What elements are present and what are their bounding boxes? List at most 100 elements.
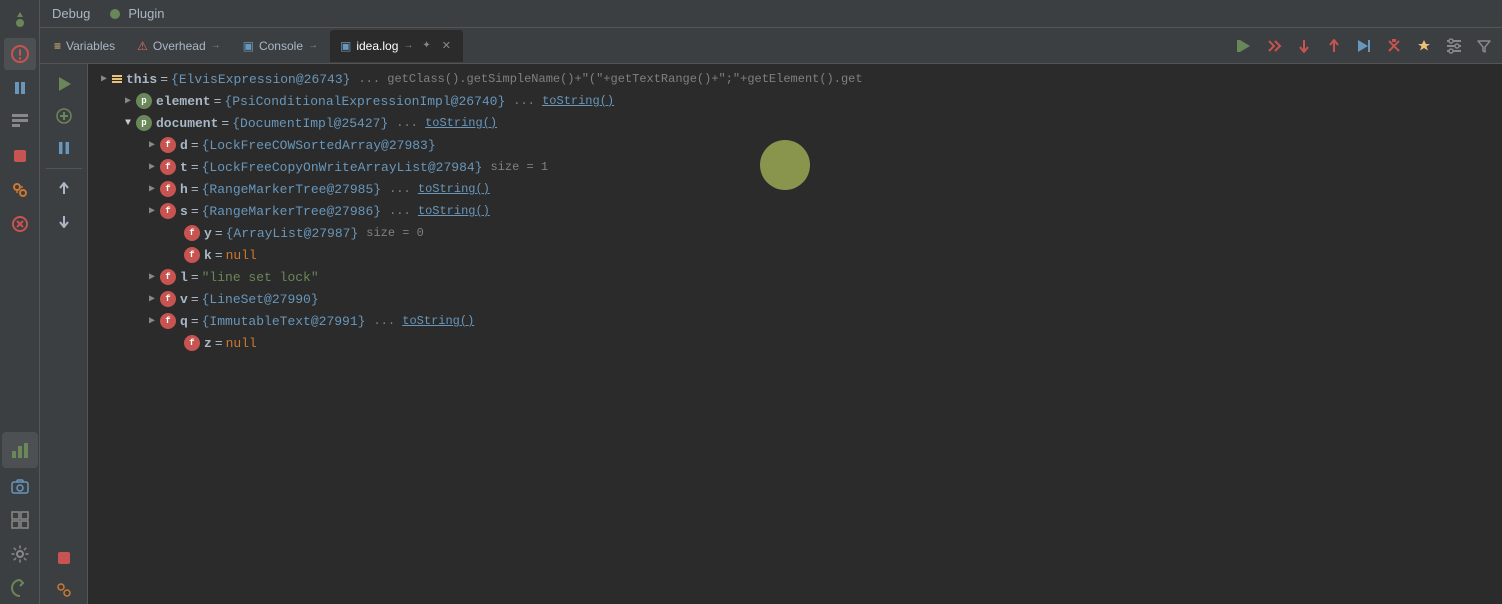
variables-panel[interactable]: ▶ this = {ElvisExpression@26743} ... get… [88, 64, 1502, 604]
toolbar-resume-btn[interactable] [1230, 32, 1258, 60]
var-row-this[interactable]: ▶ this = {ElvisExpression@26743} ... get… [88, 68, 1502, 90]
q-tostring-link[interactable]: toString() [402, 314, 474, 328]
expand-element[interactable]: ▶ [120, 93, 136, 109]
var-row-d[interactable]: ▶ f d = {LockFreeCOWSortedArray@27983} [88, 134, 1502, 156]
var-row-z[interactable]: f z = null [88, 332, 1502, 354]
type-badge-v: f [160, 291, 176, 307]
expand-l[interactable]: ▶ [144, 269, 160, 285]
toolbar-filter-btn[interactable] [1470, 32, 1498, 60]
sidebar-btn-camera[interactable] [4, 470, 36, 502]
var-name-s: s [180, 204, 188, 219]
var-name-k: k [204, 248, 212, 263]
var-eq-this: = [160, 72, 168, 87]
var-value-l: "line set lock" [202, 270, 319, 285]
sidebar-btn-3[interactable] [4, 106, 36, 138]
var-value-element: {PsiConditionalExpressionImpl@26740} [224, 94, 505, 109]
debug-up[interactable] [46, 175, 82, 203]
var-eq-y: = [215, 226, 223, 241]
sidebar-btn-chart[interactable] [2, 432, 38, 468]
plugin-indicator: Plugin [110, 4, 168, 23]
var-eq-s: = [191, 204, 199, 219]
var-value-v: {LineSet@27990} [202, 292, 319, 307]
debug-add-watch[interactable] [46, 102, 82, 130]
expand-document[interactable]: ▼ [120, 115, 136, 131]
green-dot [110, 9, 120, 19]
var-row-k[interactable]: f k = null [88, 244, 1502, 266]
toolbar-frames-btn[interactable] [1410, 32, 1438, 60]
tab-variables[interactable]: ≡ Variables [44, 30, 125, 62]
expand-h[interactable]: ▶ [144, 181, 160, 197]
sidebar-btn-pause[interactable] [4, 72, 36, 104]
sidebar-btn-grid[interactable] [4, 504, 36, 536]
debug-down[interactable] [46, 207, 82, 235]
s-tostring-link[interactable]: toString() [418, 204, 490, 218]
debug-thread[interactable] [46, 576, 82, 604]
var-row-t[interactable]: ▶ f t = {LockFreeCopyOnWriteArrayList@27… [88, 156, 1502, 178]
expand-this[interactable]: ▶ [96, 71, 112, 87]
var-meta-s: ... toString() [389, 204, 490, 218]
var-value-d: {LockFreeCOWSortedArray@27983} [202, 138, 436, 153]
main-area: Debug Plugin ≡ Variables ⚠ Overhead → ▣ … [40, 0, 1502, 604]
expand-d[interactable]: ▶ [144, 137, 160, 153]
tab-console[interactable]: ▣ Console → [233, 30, 328, 62]
idea-log-close-button[interactable]: ✕ [440, 38, 453, 53]
tab-toolbar [1230, 32, 1498, 60]
sidebar-btn-debug[interactable] [4, 38, 36, 70]
sidebar-btn-thread[interactable] [4, 174, 36, 206]
var-eq-l: = [191, 270, 199, 285]
toolbar-run-to-cursor-btn[interactable] [1350, 32, 1378, 60]
variables-tab-icon: ≡ [54, 39, 61, 53]
var-eq-z: = [215, 336, 223, 351]
this-bar-icon [112, 75, 122, 83]
type-badge-s: f [160, 203, 176, 219]
var-row-element[interactable]: ▶ p element = {PsiConditionalExpressionI… [88, 90, 1502, 112]
var-row-l[interactable]: ▶ f l = "line set lock" [88, 266, 1502, 288]
sidebar-btn-1[interactable] [4, 4, 36, 36]
var-meta-document: ... toString() [396, 116, 497, 130]
var-row-h[interactable]: ▶ f h = {RangeMarkerTree@27985} ... toSt… [88, 178, 1502, 200]
document-tostring-link[interactable]: toString() [425, 116, 497, 130]
var-row-s[interactable]: ▶ f s = {RangeMarkerTree@27986} ... toSt… [88, 200, 1502, 222]
toolbar-step-out-btn[interactable] [1320, 32, 1348, 60]
var-row-y[interactable]: f y = {ArrayList@27987} size = 0 [88, 222, 1502, 244]
sidebar-btn-plugin[interactable] [4, 572, 36, 604]
type-badge-z: f [184, 335, 200, 351]
sidebar-btn-gear[interactable] [4, 538, 36, 570]
var-meta-q: ... toString() [373, 314, 474, 328]
type-badge-k: f [184, 247, 200, 263]
var-row-q[interactable]: ▶ f q = {ImmutableText@27991} ... toStri… [88, 310, 1502, 332]
expand-v[interactable]: ▶ [144, 291, 160, 307]
var-name-this: this [126, 72, 157, 87]
sidebar-btn-stop[interactable] [4, 140, 36, 172]
expand-t[interactable]: ▶ [144, 159, 160, 175]
type-badge-q: f [160, 313, 176, 329]
h-tostring-link[interactable]: toString() [418, 182, 490, 196]
content-row: ▶ this = {ElvisExpression@26743} ... get… [40, 64, 1502, 604]
tab-overhead[interactable]: ⚠ Overhead → [127, 30, 230, 62]
debug-resume[interactable] [46, 70, 82, 98]
type-badge-y: f [184, 225, 200, 241]
type-badge-document: p [136, 115, 152, 131]
var-meta-h: ... toString() [389, 182, 490, 196]
menu-debug[interactable]: Debug [48, 4, 94, 23]
toolbar-settings-btn[interactable] [1440, 32, 1468, 60]
sidebar-btn-cancel[interactable] [4, 208, 36, 240]
toolbar-step-over-btn[interactable] [1260, 32, 1288, 60]
left-sidebar [0, 0, 40, 604]
expand-q[interactable]: ▶ [144, 313, 160, 329]
type-badge-l: f [160, 269, 176, 285]
tab-idea-log[interactable]: ▣ idea.log → ✦ ✕ [330, 30, 463, 62]
var-name-d: d [180, 138, 188, 153]
toolbar-step-into-btn[interactable] [1290, 32, 1318, 60]
var-row-v[interactable]: ▶ f v = {LineSet@27990} [88, 288, 1502, 310]
var-row-document[interactable]: ▼ p document = {DocumentImpl@25427} ... … [88, 112, 1502, 134]
element-tostring-link[interactable]: toString() [542, 94, 614, 108]
expand-s[interactable]: ▶ [144, 203, 160, 219]
var-meta-t: size = 1 [490, 160, 548, 174]
debug-stop[interactable] [46, 544, 82, 572]
debug-pause[interactable] [46, 134, 82, 162]
console-tab-icon: ▣ [243, 39, 254, 53]
toolbar-stop-btn[interactable] [1380, 32, 1408, 60]
menu-plugin[interactable]: Plugin [124, 4, 168, 23]
var-name-v: v [180, 292, 188, 307]
